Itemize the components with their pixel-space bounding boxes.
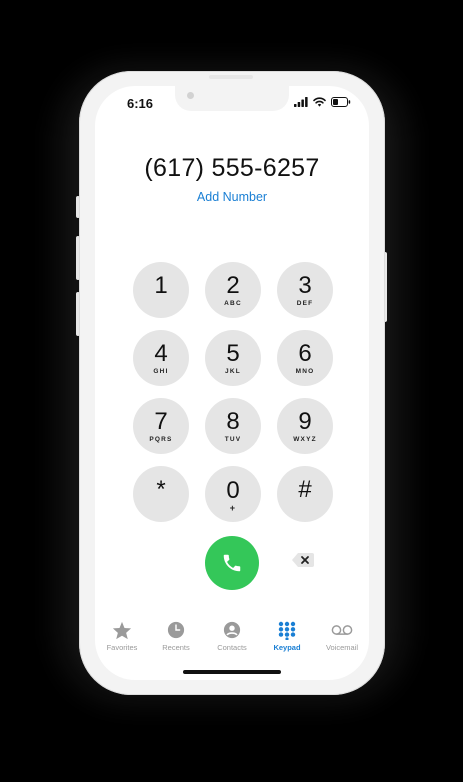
keypad: 1 2 ABC 3 DEF 4 GHI 5 JKL 6 MNO 7 PQRS 8… xyxy=(133,262,333,522)
key-letters: ABC xyxy=(224,299,242,307)
tab-label: Contacts xyxy=(217,643,247,652)
key-digit: 1 xyxy=(154,271,168,299)
camera-notch xyxy=(175,86,289,111)
tab-voicemail[interactable]: Voicemail xyxy=(314,620,369,652)
phone-icon xyxy=(223,554,241,572)
key-digit: 4 xyxy=(154,339,168,367)
earpiece-speaker xyxy=(209,75,253,79)
key-letters: DEF xyxy=(296,299,314,307)
dialed-number: (617) 555-6257 xyxy=(144,154,320,182)
key-letters: WXYZ xyxy=(293,435,317,443)
backspace-icon xyxy=(292,553,314,567)
tab-label: Keypad xyxy=(273,643,301,652)
phone-frame: 6:16 (617) 555-6257 Add Number 1 2 ABC 3… xyxy=(79,71,385,695)
tab-label: Recents xyxy=(162,643,190,652)
tab-keypad[interactable]: Keypad xyxy=(259,620,315,652)
key-6[interactable]: 6 MNO xyxy=(277,330,333,386)
key-digit: * xyxy=(156,475,166,503)
keypad-grid-icon xyxy=(276,620,298,640)
tab-label: Favorites xyxy=(106,643,138,652)
key-digit: 7 xyxy=(154,407,168,435)
key-digit: 3 xyxy=(298,271,312,299)
key-digit: 9 xyxy=(298,407,312,435)
key-digit: 8 xyxy=(226,407,240,435)
status-icons xyxy=(294,97,351,107)
tab-bar: Favorites Recents Contacts Keypad Voicem… xyxy=(95,620,369,660)
key-digit: # xyxy=(298,475,312,503)
key-7[interactable]: 7 PQRS xyxy=(133,398,189,454)
tab-recents[interactable]: Recents xyxy=(148,620,204,652)
key-2[interactable]: 2 ABC xyxy=(205,262,261,318)
key-letters: + xyxy=(229,502,237,513)
key-letters: JKL xyxy=(225,367,241,375)
key-letters: PQRS xyxy=(149,435,173,443)
signal-icon xyxy=(294,97,308,107)
phone-screen: 6:16 (617) 555-6257 Add Number 1 2 ABC 3… xyxy=(95,86,369,680)
battery-icon xyxy=(331,97,351,107)
wifi-icon xyxy=(313,97,326,107)
key-letters: GHI xyxy=(153,367,169,375)
key-letters: MNO xyxy=(295,367,315,375)
tab-favorites[interactable]: Favorites xyxy=(95,620,150,652)
star-icon xyxy=(111,620,133,640)
person-icon xyxy=(221,620,243,640)
status-time: 6:16 xyxy=(127,96,154,111)
key-4[interactable]: 4 GHI xyxy=(133,330,189,386)
tab-label: Voicemail xyxy=(325,643,359,652)
voicemail-icon xyxy=(331,620,353,640)
front-camera xyxy=(187,92,194,99)
backspace-button[interactable] xyxy=(288,549,318,571)
key-9[interactable]: 9 WXYZ xyxy=(277,398,333,454)
key-8[interactable]: 8 TUV xyxy=(205,398,261,454)
key-5[interactable]: 5 JKL xyxy=(205,330,261,386)
key-3[interactable]: 3 DEF xyxy=(277,262,333,318)
call-button[interactable] xyxy=(205,536,259,590)
clock-icon xyxy=(165,620,187,640)
key-digit: 2 xyxy=(226,271,240,299)
key-1[interactable]: 1 xyxy=(133,262,189,318)
key-hash[interactable]: # xyxy=(277,466,333,522)
home-indicator[interactable] xyxy=(183,670,281,674)
key-digit: 0 xyxy=(226,476,240,504)
add-number-link[interactable]: Add Number xyxy=(95,190,369,204)
key-digit: 6 xyxy=(298,339,312,367)
key-digit: 5 xyxy=(226,339,240,367)
key-0[interactable]: 0 + xyxy=(205,466,261,522)
key-star[interactable]: * xyxy=(133,466,189,522)
key-letters: TUV xyxy=(224,435,242,443)
tab-contacts[interactable]: Contacts xyxy=(204,620,260,652)
